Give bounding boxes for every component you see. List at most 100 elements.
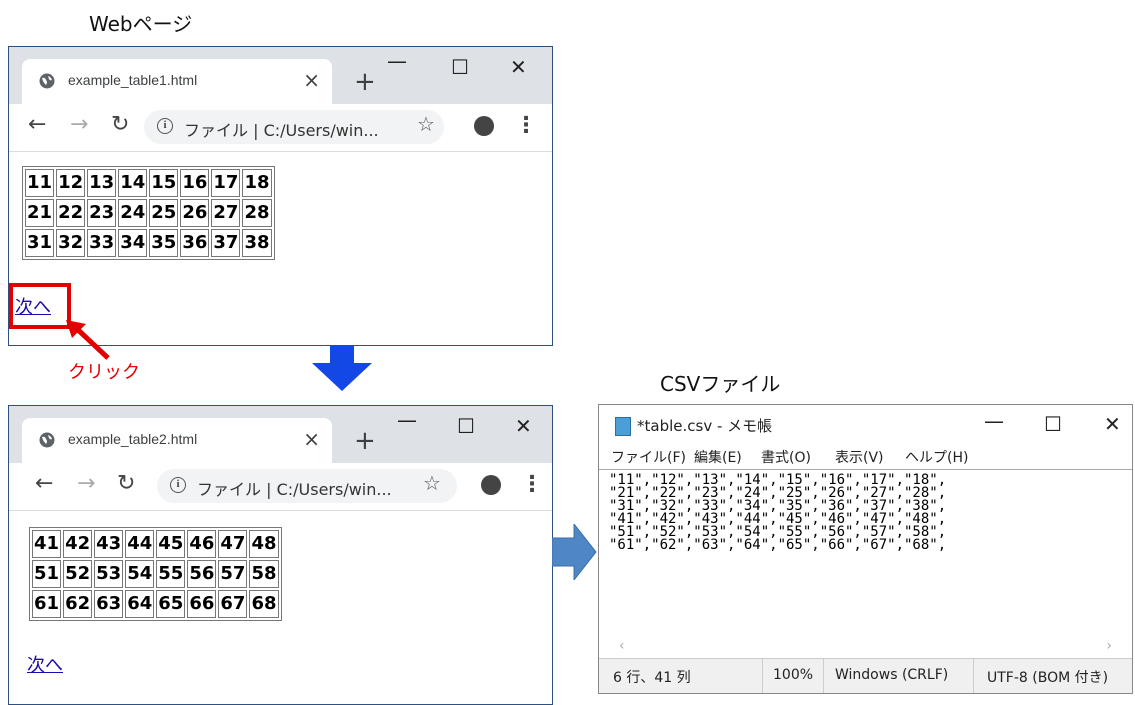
maximize-icon[interactable]: ☐ — [451, 55, 469, 79]
back-arrow-icon[interactable]: ← — [35, 473, 53, 495]
table-cell: 48 — [249, 530, 279, 558]
scroll-left-icon[interactable]: ‹ — [619, 638, 625, 654]
table-cell: 17 — [211, 169, 241, 197]
table-cell: 12 — [56, 169, 86, 197]
table-cell: 43 — [94, 530, 124, 558]
table-row: 41 42 43 44 45 46 47 48 — [32, 530, 279, 558]
star-icon[interactable]: ☆ — [423, 471, 441, 495]
notepad-titlebar: *table.csv - メモ帳 — ☐ ✕ — [599, 405, 1132, 445]
table-cell: 37 — [211, 229, 241, 257]
table-cell: 42 — [63, 530, 93, 558]
table-cell: 41 — [32, 530, 62, 558]
minimize-icon[interactable]: — — [984, 409, 1004, 433]
table-cell: 31 — [25, 229, 55, 257]
notepad-text-area[interactable]: "11","12","13","14","15","16","17","18",… — [599, 469, 1132, 678]
new-tab-button[interactable]: + — [354, 428, 376, 454]
browser-tab[interactable]: example_table2.html × — [22, 418, 332, 463]
table-row: 31 32 33 34 35 36 37 38 — [25, 229, 272, 257]
reload-icon[interactable]: ↻ — [111, 114, 129, 136]
table-cell: 26 — [180, 199, 210, 227]
data-table: 41 42 43 44 45 46 47 48 51 52 53 54 55 56 57 58 61 62 63 64… — [29, 527, 282, 621]
table-cell: 62 — [63, 590, 93, 618]
down-arrow — [312, 345, 372, 391]
table-cell: 28 — [242, 199, 272, 227]
notepad-window: *table.csv - メモ帳 — ☐ ✕ ファイル(F) 編集(E) 書式(… — [598, 404, 1133, 694]
table-cell: 16 — [180, 169, 210, 197]
minimize-icon[interactable]: — — [397, 408, 417, 432]
status-line-ending: Windows (CRLF) — [835, 667, 949, 683]
table-cell: 65 — [156, 590, 186, 618]
csv-caption: CSVファイル — [660, 372, 781, 396]
address-text: ファイル | C:/Users/win... — [197, 480, 392, 499]
table-row: 61 62 63 64 65 66 67 68 — [32, 590, 279, 618]
forward-arrow-icon[interactable]: → — [77, 473, 95, 495]
close-icon[interactable]: ✕ — [1104, 412, 1121, 436]
close-icon[interactable]: ✕ — [510, 55, 527, 79]
table-cell: 63 — [94, 590, 124, 618]
tab-title: example_table1.html — [68, 72, 198, 88]
table-cell: 25 — [149, 199, 179, 227]
notepad-title: *table.csv - メモ帳 — [637, 417, 773, 435]
table-cell: 55 — [156, 560, 186, 588]
browser-tab[interactable]: example_table1.html × — [22, 59, 332, 104]
tab-close-icon[interactable]: × — [303, 427, 320, 451]
profile-icon[interactable] — [481, 475, 501, 495]
table-cell: 46 — [187, 530, 217, 558]
table-cell: 54 — [125, 560, 155, 588]
table-cell: 34 — [118, 229, 148, 257]
profile-icon[interactable] — [474, 116, 494, 136]
address-bar[interactable]: i ファイル | C:/Users/win... — [157, 469, 457, 503]
browser-window-2: example_table2.html × + — ☐ ✕ ← → ↻ i ファ… — [8, 405, 553, 705]
maximize-icon[interactable]: ☐ — [1044, 412, 1062, 436]
table-cell: 44 — [125, 530, 155, 558]
menu-format[interactable]: 書式(O) — [761, 447, 811, 467]
star-icon[interactable]: ☆ — [417, 112, 435, 136]
table-cell: 24 — [118, 199, 148, 227]
address-bar[interactable]: i ファイル | C:/Users/win... — [144, 110, 444, 144]
browser-toolbar: ← → ↻ i ファイル | C:/Users/win... ☆ ⋮ — [9, 463, 552, 511]
table-cell: 61 — [32, 590, 62, 618]
table-cell: 38 — [242, 229, 272, 257]
info-icon[interactable]: i — [170, 477, 186, 493]
kebab-menu-icon[interactable]: ⋮ — [515, 113, 537, 138]
maximize-icon[interactable]: ☐ — [457, 414, 475, 438]
scroll-right-icon[interactable]: › — [1106, 638, 1112, 654]
menu-edit[interactable]: 編集(E) — [694, 447, 742, 467]
table-cell: 53 — [94, 560, 124, 588]
browser-titlebar: example_table1.html × + — ☐ ✕ — [9, 47, 552, 104]
next-link[interactable]: 次へ — [27, 651, 63, 677]
table-cell: 64 — [125, 590, 155, 618]
new-tab-button[interactable]: + — [354, 69, 376, 95]
tab-close-icon[interactable]: × — [303, 68, 320, 92]
table-cell: 15 — [149, 169, 179, 197]
info-icon[interactable]: i — [157, 118, 173, 134]
back-arrow-icon[interactable]: ← — [28, 114, 46, 136]
table-cell: 18 — [242, 169, 272, 197]
globe-icon — [39, 432, 55, 448]
notepad-icon — [615, 417, 631, 436]
browser-titlebar: example_table2.html × + — ☐ ✕ — [9, 406, 552, 463]
table-cell: 51 — [32, 560, 62, 588]
globe-icon — [39, 73, 55, 89]
menu-file[interactable]: ファイル(F) — [611, 447, 686, 467]
status-position: 6 行、41 列 — [613, 670, 691, 686]
menu-help[interactable]: ヘルプ(H) — [905, 447, 968, 467]
reload-icon[interactable]: ↻ — [117, 473, 135, 495]
minimize-icon[interactable]: — — [387, 49, 407, 73]
table-cell: 27 — [211, 199, 241, 227]
webpage-caption: Webページ — [89, 12, 193, 36]
close-icon[interactable]: ✕ — [515, 414, 532, 438]
table-cell: 47 — [218, 530, 248, 558]
text-line: "61","62","63","64","65","66","67","68", — [609, 537, 947, 553]
table-cell: 68 — [249, 590, 279, 618]
table-row: 21 22 23 24 25 26 27 28 — [25, 199, 272, 227]
notepad-statusbar: 6 行、41 列 100% Windows (CRLF) UTF-8 (BOM … — [599, 658, 1132, 693]
address-text: ファイル | C:/Users/win... — [184, 121, 379, 140]
table-cell: 11 — [25, 169, 55, 197]
table-row: 51 52 53 54 55 56 57 58 — [32, 560, 279, 588]
menu-view[interactable]: 表示(V) — [835, 447, 884, 467]
status-zoom: 100% — [773, 667, 814, 683]
kebab-menu-icon[interactable]: ⋮ — [521, 472, 543, 497]
forward-arrow-icon[interactable]: → — [70, 114, 88, 136]
table-row: 11 12 13 14 15 16 17 18 — [25, 169, 272, 197]
